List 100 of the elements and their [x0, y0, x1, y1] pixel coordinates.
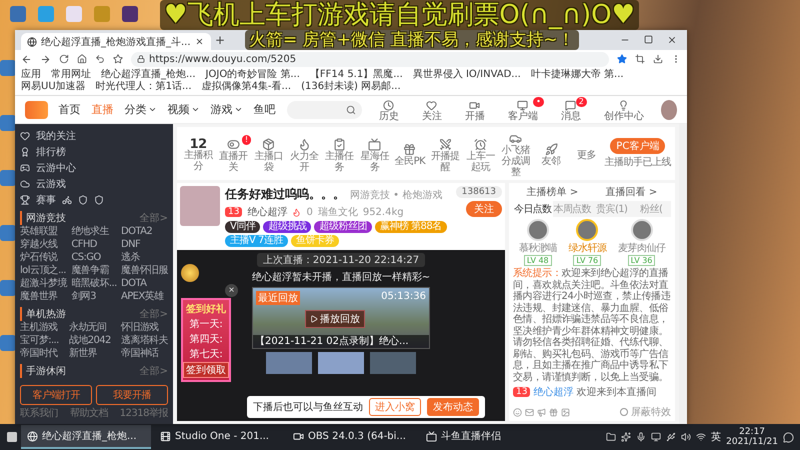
bookmark[interactable]: JOJO的奇妙冒险 第... — [206, 69, 300, 81]
tool-item[interactable]: 主播任务 — [322, 134, 356, 172]
checkbox[interactable] — [620, 408, 628, 416]
search-field[interactable] — [286, 100, 362, 118]
game-link[interactable]: 怀旧游戏 — [120, 322, 168, 334]
sidebar-item[interactable]: 赛事 — [20, 192, 168, 207]
sidebar-item[interactable]: 我的关注 — [20, 128, 168, 143]
taskbar-item[interactable]: 绝心超浮直播_枪炮... — [21, 425, 151, 449]
megaphone-icon[interactable] — [537, 408, 546, 416]
close-button[interactable]: × — [225, 284, 238, 297]
tool-item[interactable]: 小飞猪分成调整 — [498, 129, 533, 178]
new-tab-button[interactable]: + — [215, 33, 226, 47]
undo-icon[interactable] — [95, 54, 105, 64]
game-link[interactable]: 逃离塔科夫 — [120, 335, 168, 347]
bookmark[interactable]: (136封未读) 网易邮... — [301, 81, 401, 93]
nav-tab[interactable]: 视频 — [168, 102, 200, 117]
game-link[interactable]: DOTA — [120, 278, 168, 290]
download-icon[interactable] — [653, 54, 663, 64]
star-icon[interactable] — [617, 54, 627, 64]
taskbar-item[interactable]: Studio One - 201... — [154, 425, 284, 449]
nav-tab[interactable]: 首页 — [58, 102, 81, 117]
start-icon[interactable] — [6, 431, 18, 443]
crop-icon[interactable] — [635, 54, 645, 64]
sidebar-item[interactable]: 云游中心 — [20, 160, 168, 175]
smile-icon[interactable] — [513, 408, 522, 416]
game-link[interactable]: DNF — [120, 239, 168, 251]
search-icon[interactable] — [346, 104, 356, 114]
sparkle-icon[interactable] — [621, 432, 632, 442]
bookmark[interactable]: 虚拟偶像第4集-看... — [202, 81, 292, 93]
reload-icon[interactable] — [59, 54, 69, 64]
address-bar[interactable]: https://www.douyu.com/5205 — [131, 52, 609, 66]
game-link[interactable]: 逃杀 — [120, 252, 168, 264]
wifi-icon[interactable] — [696, 432, 706, 442]
sidebar-button[interactable]: 我要开播 — [96, 385, 168, 405]
tool-item[interactable]: 直播开关 ! — [216, 134, 251, 172]
usb-icon[interactable] — [666, 432, 676, 442]
rank-tab[interactable]: 今日点数 — [513, 201, 552, 217]
game-link[interactable]: 魔兽怀旧服 — [120, 265, 168, 277]
taskbar-item[interactable]: OBS 24.0.3 (64-bi... — [287, 425, 417, 449]
game-link[interactable]: 英雄联盟 — [20, 226, 68, 238]
image-icon[interactable] — [561, 408, 570, 416]
desktop-app-icon[interactable] — [0, 115, 16, 131]
bookmark[interactable]: 时光代理人：第1话... — [96, 81, 192, 93]
game-link[interactable]: CFHD — [71, 239, 117, 251]
game-link[interactable]: 剑网3 — [71, 291, 117, 303]
game-link[interactable]: 帝国神话 — [120, 348, 168, 360]
game-link[interactable]: 永劫无间 — [68, 322, 111, 334]
ime-indicator[interactable]: 英 — [711, 430, 722, 444]
folder-icon[interactable] — [606, 432, 616, 442]
play-replay-button[interactable]: 播放回放 — [305, 310, 365, 328]
tool-item[interactable]: 更多 — [569, 146, 604, 160]
game-link[interactable]: DOTA2 — [120, 226, 168, 238]
header-action[interactable]: 历史 — [372, 97, 405, 122]
bookmark[interactable]: 異世界侵入 IO/INVAD... — [412, 69, 521, 81]
header-action[interactable]: 关注 — [416, 97, 448, 122]
game-link[interactable]: 战地2042 — [68, 335, 111, 347]
user-name[interactable]: 慕秋渺喵 — [518, 241, 557, 255]
nav-tab[interactable]: 分类 — [124, 102, 157, 117]
back-icon[interactable] — [21, 54, 32, 64]
home-icon[interactable] — [77, 54, 87, 64]
bookmark[interactable]: 常用网址 — [51, 69, 91, 81]
user-name[interactable]: 麦芽肉仙仔 — [618, 241, 666, 255]
game-link[interactable]: 宝可梦:... — [20, 335, 59, 347]
bookmark[interactable]: 网易UU加速器 — [21, 81, 86, 93]
sidebar-button[interactable]: 客户端打开 — [20, 385, 92, 405]
panel-link[interactable]: 主播榜单 > — [526, 185, 578, 199]
tool-item[interactable]: 友邻 — [534, 140, 568, 167]
tool-item[interactable]: 上车一起玩 — [463, 134, 498, 172]
nav-tab[interactable]: 鱼吧 — [254, 102, 276, 117]
taskbar-item[interactable]: 斗鱼直播伴侣 — [420, 425, 550, 449]
notification-icon[interactable] — [783, 432, 794, 442]
forward-icon[interactable] — [40, 54, 51, 64]
speaker-icon[interactable] — [681, 432, 692, 442]
close-icon[interactable] — [194, 37, 204, 46]
game-link[interactable]: CS:GO — [71, 252, 117, 264]
close-icon[interactable] — [667, 35, 677, 45]
star-icon[interactable] — [113, 54, 123, 64]
tool-item[interactable]: 开播提醒 — [428, 134, 462, 172]
header-action[interactable]: 开播 — [458, 97, 491, 122]
game-link[interactable]: 魔兽世界 — [20, 291, 68, 303]
game-link[interactable]: lol云顶之... — [20, 265, 68, 277]
bookmark[interactable]: 应用 — [21, 69, 41, 81]
anchor-name[interactable]: 绝心超浮 — [247, 205, 288, 219]
game-link[interactable]: 魔兽争霸 — [71, 265, 117, 277]
game-link[interactable]: APEX英雄 — [120, 291, 168, 303]
monitor-icon[interactable] — [651, 432, 662, 442]
desktop-app-icon[interactable] — [0, 60, 16, 76]
user-name[interactable]: 绝心超浮 — [533, 385, 574, 399]
tool-item[interactable]: 主播口袋 — [252, 134, 286, 172]
header-action[interactable]: 消息 2 — [554, 97, 587, 122]
sidebar-item[interactable]: 云游戏 — [20, 176, 168, 191]
panel-link[interactable]: 直播回看 > — [606, 185, 658, 199]
score-item[interactable]: 12 主播积分 — [181, 136, 216, 172]
header-action[interactable]: 创作中心 — [598, 97, 650, 122]
gift-icon[interactable] — [549, 408, 558, 416]
game-link[interactable]: 主机游戏 — [20, 322, 59, 334]
sidebar-item[interactable]: 排行榜 — [20, 144, 168, 159]
room-tag[interactable]: 超级挑战 — [263, 221, 312, 233]
signin-button[interactable]: 签到领取 — [183, 362, 229, 378]
browser-tab[interactable]: 绝心超浮直播_枪炮游戏直播_斗... — [21, 33, 211, 50]
